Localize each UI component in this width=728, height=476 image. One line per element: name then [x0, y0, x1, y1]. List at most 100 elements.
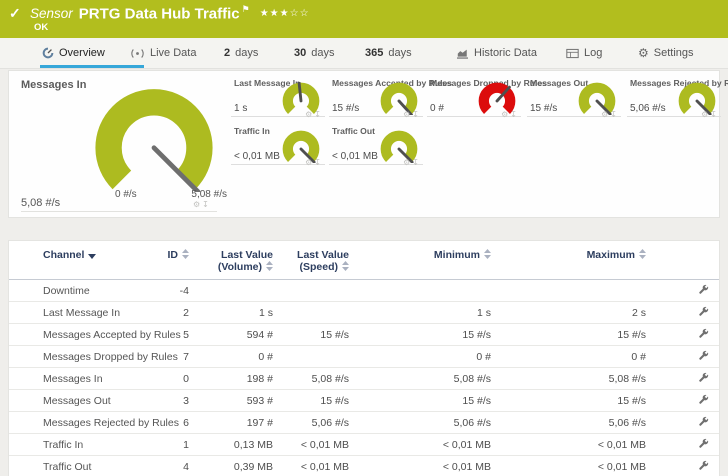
cell-speed: 5,08 #/s: [273, 368, 349, 390]
mini-gauge-panel-traffic-out: Traffic Out< 0,01 MB⚙↧: [329, 124, 423, 165]
cell-speed: [273, 302, 349, 324]
gauge-scale: 0 #/s 5,08 #/s: [115, 189, 227, 200]
table-row: Messages In0198 #5,08 #/s5,08 #/s5,08 #/…: [9, 368, 719, 390]
gear-icon[interactable]: ⚙: [403, 158, 412, 167]
cell-vol: 0,13 MB: [189, 434, 273, 456]
log-icon: [566, 48, 579, 59]
cell-id: 2: [159, 302, 189, 324]
gear-icon: ⚙: [638, 47, 649, 59]
cell-speed: [273, 280, 349, 302]
flag-icon[interactable]: ⚑: [242, 4, 250, 14]
wrench-icon[interactable]: [698, 394, 709, 405]
mini-gauge-panel-messages-rejected-by-rules: Messages Rejected by Rules5,06 #/s⚙↧: [627, 76, 721, 117]
gear-icon[interactable]: ⚙: [305, 158, 314, 167]
cell-channel: Messages Accepted by Rules: [9, 324, 159, 346]
wrench-icon[interactable]: [698, 416, 709, 427]
panel-icon-group: ⚙↧: [305, 110, 323, 119]
cell-id: -4: [159, 280, 189, 302]
column-header-speed[interactable]: Last Value(Speed): [273, 241, 349, 280]
download-icon[interactable]: ↧: [412, 158, 421, 167]
cell-max: < 0,01 MB: [491, 456, 646, 476]
tab-historic-data[interactable]: Historic Data: [456, 38, 537, 68]
cell-actions: [646, 280, 719, 302]
cell-channel: Messages Out: [9, 390, 159, 412]
tab-overview[interactable]: Overview: [42, 38, 105, 68]
table-row: Messages Rejected by Rules6197 #5,06 #/s…: [9, 412, 719, 434]
mini-gauge-panel-messages-dropped-by-rules: Messages Dropped by Rules0 #⚙↧: [427, 76, 521, 117]
column-header-label: ID: [168, 249, 179, 261]
column-header-vol[interactable]: Last Value(Volume): [189, 241, 273, 280]
cell-min: 1 s: [349, 302, 491, 324]
download-icon[interactable]: ↧: [510, 110, 519, 119]
download-icon[interactable]: ↧: [202, 200, 211, 209]
cell-actions: [646, 434, 719, 456]
column-header-min[interactable]: Minimum: [349, 241, 491, 280]
tab-label: Historic Data: [474, 47, 537, 59]
tab-30-days[interactable]: 30 days: [294, 38, 335, 68]
cell-channel: Traffic Out: [9, 456, 159, 476]
column-header-channel[interactable]: Channel: [9, 241, 159, 280]
column-header-label: Minimum: [434, 249, 480, 261]
column-header-label: Channel: [43, 249, 84, 261]
cell-vol: 0 #: [189, 346, 273, 368]
table-row: Traffic In10,13 MB< 0,01 MB< 0,01 MB< 0,…: [9, 434, 719, 456]
column-header-id[interactable]: ID: [159, 241, 189, 280]
cell-max: 15 #/s: [491, 324, 646, 346]
cell-min: 0 #: [349, 346, 491, 368]
tab-label: Log: [584, 47, 602, 59]
cell-max: [491, 280, 646, 302]
gear-icon[interactable]: ⚙: [305, 110, 314, 119]
tab-2-days[interactable]: 2days: [224, 38, 258, 68]
main-gauge-panel: Messages In 0 #/s 5,08 #/s 5,08 #/s ⚙↧: [9, 71, 227, 217]
download-icon[interactable]: ↧: [314, 110, 323, 119]
wrench-icon[interactable]: [698, 438, 709, 449]
download-icon[interactable]: ↧: [314, 158, 323, 167]
wrench-icon[interactable]: [698, 350, 709, 361]
cell-id: 0: [159, 368, 189, 390]
cell-channel: Messages In: [9, 368, 159, 390]
tab-365-days[interactable]: 365days: [365, 38, 412, 68]
cell-min: < 0,01 MB: [349, 456, 491, 476]
priority-star-rating[interactable]: ★★★☆☆: [260, 8, 310, 19]
main-gauge-title: Messages In: [21, 79, 86, 91]
gear-icon[interactable]: ⚙: [701, 110, 710, 119]
gauge-icon: [42, 47, 54, 59]
column-header-label: Last Value: [297, 249, 349, 261]
channel-table-panel: Channel ID Last Value(Volume)Last Value(Sp…: [8, 240, 720, 476]
sensor-title: PRTG Data Hub Traffic: [79, 5, 240, 22]
tab-label: days: [388, 47, 411, 59]
tab-label: days: [311, 47, 334, 59]
cell-actions: [646, 368, 719, 390]
gear-icon[interactable]: ⚙: [601, 110, 610, 119]
mini-gauge-value: 0 #: [430, 103, 444, 114]
tab-live-data[interactable]: Live Data: [130, 38, 196, 68]
column-header-actions: [646, 241, 719, 280]
gear-icon[interactable]: ⚙: [403, 110, 412, 119]
table-row: Messages Dropped by Rules70 #0 #0 #: [9, 346, 719, 368]
wrench-icon[interactable]: [698, 328, 709, 339]
cell-vol: 0,39 MB: [189, 456, 273, 476]
tab-settings[interactable]: ⚙Settings: [638, 38, 694, 68]
table-row: Downtime-4: [9, 280, 719, 302]
panel-icon-group: ⚙↧: [193, 200, 211, 209]
wrench-icon[interactable]: [698, 372, 709, 383]
gear-icon[interactable]: ⚙: [193, 200, 202, 209]
panel-icon-group: ⚙↧: [305, 158, 323, 167]
download-icon[interactable]: ↧: [710, 110, 719, 119]
column-header-max[interactable]: Maximum: [491, 241, 646, 280]
wrench-icon[interactable]: [698, 284, 709, 295]
wrench-icon[interactable]: [698, 306, 709, 317]
tab-label: Live Data: [150, 47, 196, 59]
cell-min: < 0,01 MB: [349, 434, 491, 456]
cell-min: [349, 280, 491, 302]
cell-vol: 1 s: [189, 302, 273, 324]
download-icon[interactable]: ↧: [610, 110, 619, 119]
wrench-icon[interactable]: [698, 460, 709, 471]
download-icon[interactable]: ↧: [412, 110, 421, 119]
cell-id: 4: [159, 456, 189, 476]
gear-icon[interactable]: ⚙: [501, 110, 510, 119]
table-row: Messages Accepted by Rules5594 #15 #/s15…: [9, 324, 719, 346]
tab-log[interactable]: Log: [566, 38, 602, 68]
tab-number: 30: [294, 47, 306, 59]
cell-max: 2 s: [491, 302, 646, 324]
